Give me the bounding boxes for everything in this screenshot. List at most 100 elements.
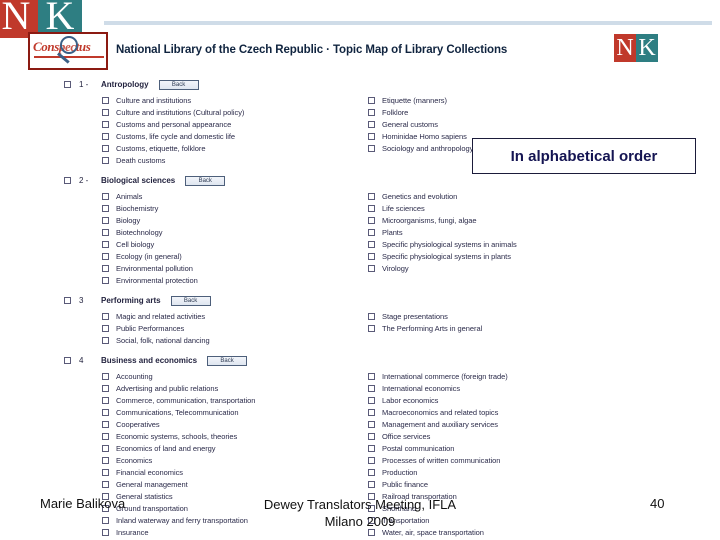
topic-checkbox[interactable]	[102, 204, 109, 212]
topic-item[interactable]: Virology	[368, 262, 517, 274]
topic-checkbox[interactable]	[102, 456, 109, 464]
topic-item[interactable]: Specific physiological systems in plants	[368, 250, 517, 262]
topic-checkbox[interactable]	[102, 264, 109, 272]
topic-item[interactable]: Production	[368, 466, 508, 478]
topic-checkbox[interactable]	[368, 372, 375, 380]
topic-checkbox[interactable]	[102, 480, 109, 488]
topic-item[interactable]: Office services	[368, 430, 508, 442]
topic-checkbox[interactable]	[368, 468, 375, 476]
topic-checkbox[interactable]	[368, 204, 375, 212]
topic-item[interactable]: Folklore	[368, 106, 473, 118]
topic-checkbox[interactable]	[102, 444, 109, 452]
topic-item[interactable]: Macroeconomics and related topics	[368, 406, 508, 418]
back-button[interactable]: Back	[185, 175, 226, 186]
topic-item[interactable]: Life sciences	[368, 202, 517, 214]
topic-checkbox[interactable]	[102, 324, 109, 332]
topic-checkbox[interactable]	[368, 312, 375, 320]
topic-checkbox[interactable]	[102, 216, 109, 224]
topic-item[interactable]: Etiquette (manners)	[368, 94, 473, 106]
topic-checkbox[interactable]	[102, 96, 109, 104]
topic-checkbox[interactable]	[368, 240, 375, 248]
topic-item[interactable]: Biology	[102, 214, 198, 226]
topic-checkbox[interactable]	[368, 264, 375, 272]
topic-item[interactable]: Advertising and public relations	[102, 382, 255, 394]
topic-checkbox[interactable]	[102, 384, 109, 392]
topic-checkbox[interactable]	[368, 192, 375, 200]
topic-item[interactable]: Customs and personal appearance	[102, 118, 244, 130]
topic-checkbox[interactable]	[102, 336, 109, 344]
topic-item[interactable]: Financial economics	[102, 466, 255, 478]
topic-item[interactable]: Environmental protection	[102, 274, 198, 286]
topic-item[interactable]: Cell biology	[102, 238, 198, 250]
topic-item[interactable]: Economics of land and energy	[102, 442, 255, 454]
topic-checkbox[interactable]	[368, 408, 375, 416]
topic-checkbox[interactable]	[102, 420, 109, 428]
topic-checkbox[interactable]	[102, 276, 109, 284]
topic-checkbox[interactable]	[368, 384, 375, 392]
topic-item[interactable]: Sociology and anthropology	[368, 142, 473, 154]
topic-item[interactable]: Social, folk, national dancing	[102, 334, 210, 346]
topic-checkbox[interactable]	[102, 396, 109, 404]
topic-item[interactable]: Culture and institutions	[102, 94, 244, 106]
topic-checkbox[interactable]	[102, 432, 109, 440]
topic-item[interactable]: Economic systems, schools, theories	[102, 430, 255, 442]
topic-item[interactable]: Customs, life cycle and domestic life	[102, 130, 244, 142]
topic-checkbox[interactable]	[368, 456, 375, 464]
topic-item[interactable]: Plants	[368, 226, 517, 238]
topic-checkbox[interactable]	[102, 228, 109, 236]
topic-item[interactable]: Ecology (in general)	[102, 250, 198, 262]
topic-item[interactable]: Economics	[102, 454, 255, 466]
topic-item[interactable]: International commerce (foreign trade)	[368, 370, 508, 382]
topic-item[interactable]: Animals	[102, 190, 198, 202]
topic-checkbox[interactable]	[368, 216, 375, 224]
topic-item[interactable]: Stage presentations	[368, 310, 482, 322]
topic-checkbox[interactable]	[368, 324, 375, 332]
topic-checkbox[interactable]	[102, 468, 109, 476]
topic-checkbox[interactable]	[102, 408, 109, 416]
section-checkbox[interactable]	[64, 81, 71, 88]
section-checkbox[interactable]	[64, 297, 71, 304]
topic-item[interactable]: Processes of written communication	[368, 454, 508, 466]
topic-checkbox[interactable]	[368, 96, 375, 104]
topic-item[interactable]: Public finance	[368, 478, 508, 490]
topic-item[interactable]: Commerce, communication, transportation	[102, 394, 255, 406]
topic-item[interactable]: Specific physiological systems in animal…	[368, 238, 517, 250]
topic-checkbox[interactable]	[368, 120, 375, 128]
topic-checkbox[interactable]	[102, 192, 109, 200]
topic-item[interactable]: Culture and institutions (Cultural polic…	[102, 106, 244, 118]
topic-checkbox[interactable]	[368, 132, 375, 140]
topic-item[interactable]: Genetics and evolution	[368, 190, 517, 202]
topic-checkbox[interactable]	[102, 156, 109, 164]
topic-item[interactable]: Postal communication	[368, 442, 508, 454]
topic-item[interactable]: General management	[102, 478, 255, 490]
topic-checkbox[interactable]	[102, 372, 109, 380]
topic-item[interactable]: Hominidae Homo sapiens	[368, 130, 473, 142]
topic-checkbox[interactable]	[102, 108, 109, 116]
topic-checkbox[interactable]	[102, 132, 109, 140]
section-checkbox[interactable]	[64, 177, 71, 184]
topic-checkbox[interactable]	[102, 312, 109, 320]
topic-item[interactable]: Magic and related activities	[102, 310, 210, 322]
topic-checkbox[interactable]	[368, 480, 375, 488]
topic-checkbox[interactable]	[368, 396, 375, 404]
topic-item[interactable]: Customs, etiquette, folklore	[102, 142, 244, 154]
topic-checkbox[interactable]	[368, 228, 375, 236]
topic-checkbox[interactable]	[368, 144, 375, 152]
topic-checkbox[interactable]	[368, 420, 375, 428]
topic-checkbox[interactable]	[368, 432, 375, 440]
topic-item[interactable]: Public Performances	[102, 322, 210, 334]
topic-checkbox[interactable]	[368, 444, 375, 452]
topic-item[interactable]: Environmental pollution	[102, 262, 198, 274]
topic-checkbox[interactable]	[368, 108, 375, 116]
topic-item[interactable]: Accounting	[102, 370, 255, 382]
topic-item[interactable]: Management and auxiliary services	[368, 418, 508, 430]
topic-item[interactable]: Cooperatives	[102, 418, 255, 430]
back-button[interactable]: Back	[170, 295, 211, 306]
topic-item[interactable]: Communications, Telecommunication	[102, 406, 255, 418]
topic-item[interactable]: Death customs	[102, 154, 244, 166]
section-checkbox[interactable]	[64, 357, 71, 364]
topic-checkbox[interactable]	[102, 144, 109, 152]
back-button[interactable]: Back	[158, 79, 199, 90]
back-button[interactable]: Back	[207, 355, 248, 366]
topic-item[interactable]: General customs	[368, 118, 473, 130]
